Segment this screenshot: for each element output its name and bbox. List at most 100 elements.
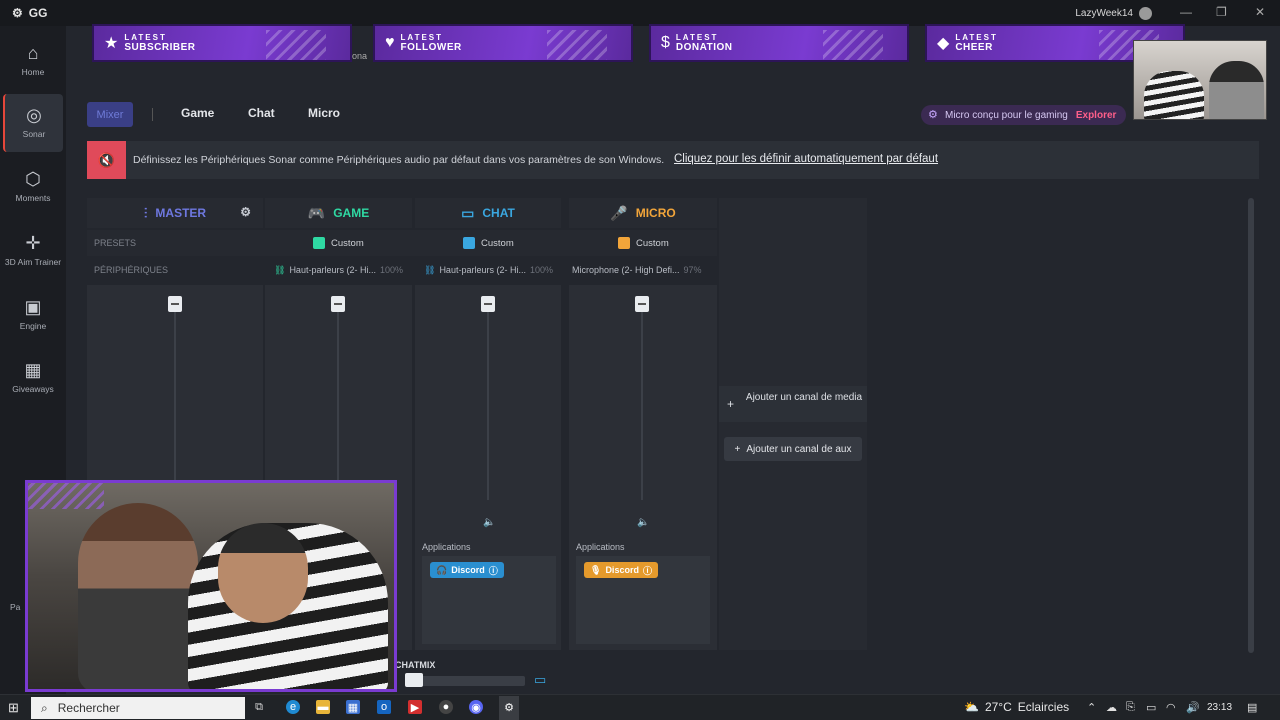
diamond-icon: ◆ <box>937 35 950 52</box>
tab-divider <box>152 108 153 121</box>
minimize-icon[interactable]: — <box>1180 5 1192 19</box>
chat-device-select[interactable]: ⛓ Haut-parleurs (2- Hi... 100% <box>424 265 553 276</box>
user-profile[interactable]: LazyWeek14 <box>1075 7 1152 20</box>
edge-browser-icon[interactable]: e <box>286 700 300 714</box>
promo-text: Micro conçu pour le gaming <box>945 109 1068 121</box>
device-volume: 100% <box>379 265 403 275</box>
plus-icon: + <box>734 443 741 455</box>
micro-device-select[interactable]: Microphone (2- High Defi... 97% <box>572 265 702 275</box>
sidebar-item-moments[interactable]: ⬡ Moments <box>3 158 63 216</box>
alert-latest-follower: ♥ LATEST FOLLOWER <box>373 24 633 62</box>
game-volume-slider[interactable] <box>331 296 345 312</box>
wifi-icon[interactable]: ◠ <box>1166 701 1176 714</box>
game-title: GAME <box>333 206 370 220</box>
file-explorer-icon[interactable]: ▬ <box>316 700 330 714</box>
volume-icon[interactable]: 🔊 <box>1186 701 1200 714</box>
micro-volume-track[interactable] <box>641 300 643 500</box>
tab-mixer[interactable]: Mixer <box>87 102 133 127</box>
avatar[interactable] <box>1139 7 1152 20</box>
sidebar-item-label: Home <box>21 67 45 78</box>
task-view-icon[interactable]: ⧉ <box>252 700 266 714</box>
game-volume-track[interactable] <box>337 300 339 490</box>
chat-volume-track[interactable] <box>487 300 489 500</box>
close-icon[interactable]: ✕ <box>1255 5 1265 19</box>
device-name: Haut-parleurs (2- Hi... <box>289 265 376 275</box>
chat-header: ▭ CHAT <box>415 198 561 228</box>
chatmix-slider[interactable] <box>405 673 423 687</box>
master-title: MASTER <box>155 206 207 220</box>
chat-preset-select[interactable]: Custom <box>463 237 514 249</box>
promo-explore-link[interactable]: Explorer <box>1076 110 1117 121</box>
chat-icon: ▭ <box>461 204 475 221</box>
info-icon[interactable]: ⓘ <box>643 564 652 577</box>
tab-game[interactable]: Game <box>181 106 214 120</box>
chevron-up-icon[interactable]: ⌃ <box>1087 701 1096 714</box>
media-app-icon[interactable]: ▶ <box>408 700 422 714</box>
default-device-notice: 🔇 Définissez les Périphériques Sonar com… <box>87 141 1259 179</box>
scrollbar[interactable] <box>1248 198 1254 653</box>
device-volume: 100% <box>529 265 553 275</box>
alert-caption: LATEST <box>675 33 719 42</box>
windows-start-icon[interactable]: ⊞ <box>8 700 19 716</box>
chat-volume-slider[interactable] <box>481 296 495 312</box>
partly-cloudy-icon: ⛅ <box>964 700 979 714</box>
master-volume-track[interactable] <box>174 300 176 490</box>
micro-preset-select[interactable]: Custom <box>618 237 669 249</box>
game-device-select[interactable]: ⛓ Haut-parleurs (2- Hi... 100% <box>274 265 403 276</box>
micro-volume-slider[interactable] <box>635 296 649 312</box>
app-name: Discord <box>451 565 485 575</box>
store-icon[interactable]: ▦ <box>346 700 360 714</box>
maximize-icon[interactable]: ❐ <box>1216 5 1227 19</box>
alert-title: CHEER <box>955 42 993 53</box>
alert-latest-donation: $ LATEST DONATION <box>649 24 909 62</box>
micro-app-discord[interactable]: 🎙 Discord ⓘ <box>584 562 658 578</box>
sidebar-item-home[interactable]: ⌂ Home <box>3 32 63 90</box>
game-preset-select[interactable]: Custom <box>313 237 364 249</box>
alert-caption: LATEST <box>955 33 998 42</box>
person-right <box>1209 61 1264 119</box>
device-name: Microphone (2- High Defi... <box>572 265 680 275</box>
equalizer-icon: ⫶ <box>143 204 148 221</box>
tab-micro[interactable]: Micro <box>308 106 340 120</box>
sidebar-item-aim-trainer[interactable]: ✛ 3D Aim Trainer <box>3 222 63 280</box>
sidebar-item-engine[interactable]: ▣ Engine <box>3 286 63 344</box>
chat-applications-label: Applications <box>422 542 471 552</box>
alert-caption: LATEST <box>400 33 444 42</box>
discord-icon[interactable]: ◉ <box>469 700 483 714</box>
usb-icon[interactable]: ⎘ <box>1126 701 1135 714</box>
username: LazyWeek14 <box>1075 8 1133 19</box>
windows-taskbar: ⊞ ⌕ Rechercher ⧉ e ▬ ▦ o ▶ ● ◉ ⚙ ⛅ 27°C … <box>0 694 1280 720</box>
preset-name: Custom <box>636 237 669 249</box>
weather-widget[interactable]: ⛅ 27°C Eclaircies <box>964 700 1069 714</box>
alert-title: DONATION <box>675 42 733 53</box>
add-aux-label: Ajouter un canal de aux <box>746 443 852 455</box>
heart-icon: ♥ <box>385 34 395 51</box>
sidebar-item-giveaways[interactable]: ▦ Giveaways <box>3 349 63 407</box>
promo-banner[interactable]: ⚙ Micro conçu pour le gaming Explorer <box>921 105 1127 125</box>
taskbar-search-box[interactable]: ⌕ Rechercher <box>31 697 245 719</box>
notifications-icon[interactable]: ▤ <box>1247 701 1257 714</box>
chat-app-discord[interactable]: 🎧 Discord ⓘ <box>430 562 504 578</box>
chatmix-track[interactable] <box>405 676 525 686</box>
add-media-channel-button[interactable]: + Ajouter un canal de media <box>719 386 867 422</box>
set-default-link[interactable]: Cliquez pour les définir automatiquement… <box>674 153 938 165</box>
notice-text: Définissez les Périphériques Sonar comme… <box>133 154 665 166</box>
add-aux-channel-button[interactable]: + Ajouter un canal de aux <box>724 437 862 461</box>
tab-chat[interactable]: Chat <box>248 106 275 120</box>
clock[interactable]: 23:13 <box>1207 702 1232 713</box>
sidebar-item-partial-label[interactable]: Pa <box>10 602 20 612</box>
alert-stripes <box>547 30 607 60</box>
steelseries-gg-taskbar-icon[interactable]: ⚙ <box>502 700 516 714</box>
master-volume-slider[interactable] <box>168 296 182 312</box>
title-bar: ⚙ GG LazyWeek14 — ❐ ✕ <box>0 0 1280 26</box>
sidebar-item-sonar[interactable]: ◎ Sonar <box>3 94 63 152</box>
alert-title: SUBSCRIBER <box>124 42 196 53</box>
settings-gear-icon[interactable]: ⚙ <box>240 205 251 219</box>
micro-mute-speaker-icon[interactable]: 🔈 <box>637 517 649 528</box>
outlook-icon[interactable]: o <box>377 700 391 714</box>
battery-icon[interactable]: ▭ <box>1146 701 1156 714</box>
chat-mute-speaker-icon[interactable]: 🔈 <box>483 517 495 528</box>
obs-icon[interactable]: ● <box>439 700 453 714</box>
info-icon[interactable]: ⓘ <box>489 564 498 577</box>
onedrive-icon[interactable]: ☁ <box>1106 701 1117 714</box>
